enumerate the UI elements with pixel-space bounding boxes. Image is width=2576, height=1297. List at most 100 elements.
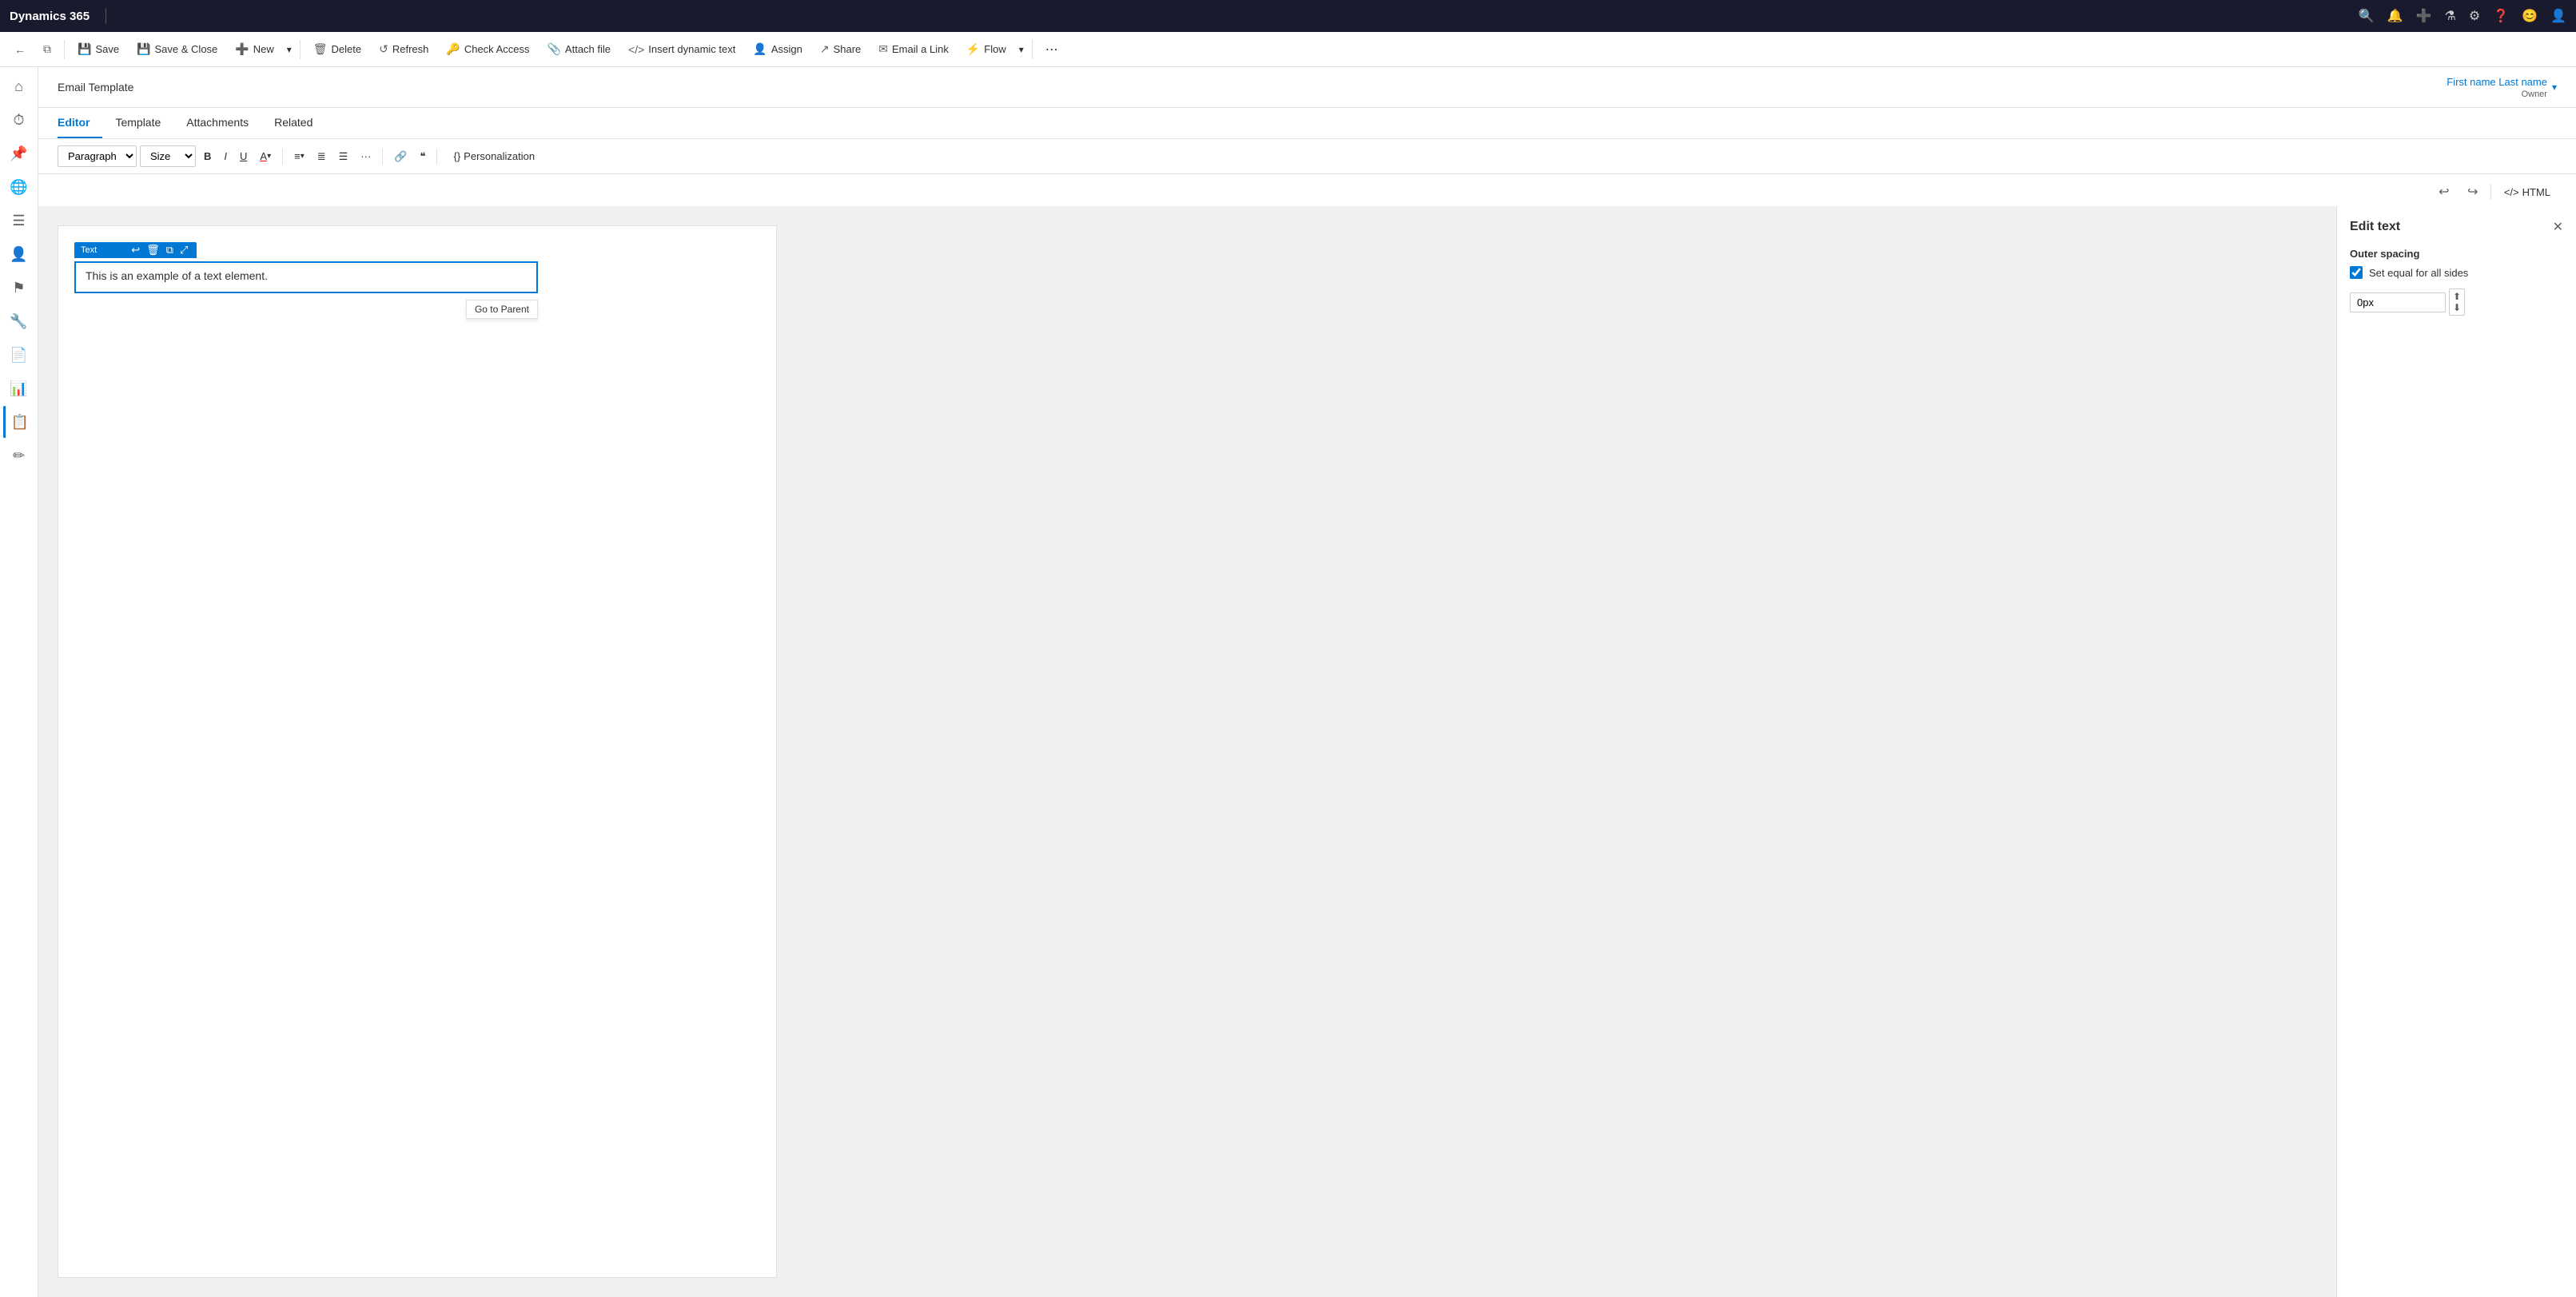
bell-icon[interactable]: 🔔 [2387, 8, 2403, 24]
equal-sides-checkbox[interactable] [2350, 266, 2363, 279]
cmd-separator-1 [64, 40, 65, 59]
sidebar-item-flag[interactable]: ⚑ [3, 272, 35, 304]
underline-button[interactable]: U [235, 147, 252, 165]
paragraph-select[interactable]: Paragraph Heading 1 Heading 2 [58, 145, 137, 167]
toolbar-sep-2 [382, 149, 383, 165]
spacing-input[interactable] [2350, 292, 2446, 312]
share-label: Share [834, 43, 862, 55]
settings-icon[interactable]: ⚙ [2469, 8, 2480, 24]
share-button[interactable]: ↗ Share [812, 38, 869, 61]
sidebar-item-recent[interactable]: ⏱ [3, 104, 35, 136]
unordered-list-button[interactable]: ☰ [334, 147, 353, 166]
delete-button[interactable]: 🗑 Delete [305, 38, 369, 61]
undo-button[interactable]: ↩ [2433, 181, 2455, 203]
spacing-spinbutton[interactable]: ⬆⬇ [2449, 288, 2465, 316]
search-icon[interactable]: 🔍 [2359, 8, 2375, 24]
text-copy-button[interactable]: ⧉ [164, 244, 176, 257]
sidebar-item-chart[interactable]: 📊 [3, 372, 35, 404]
assign-button[interactable]: 👤 Assign [745, 38, 810, 61]
tab-editor[interactable]: Editor [58, 108, 102, 138]
tab-related[interactable]: Related [261, 108, 325, 138]
save-label: Save [95, 43, 119, 55]
italic-button[interactable]: I [219, 147, 232, 165]
check-access-button[interactable]: 🔑 Check Access [438, 38, 537, 61]
top-bar-icons: 🔍 🔔 ➕ ⚗ ⚙ ❓ 😊 👤 [2359, 8, 2566, 24]
owner-name[interactable]: First name Last name [2447, 76, 2547, 88]
sidebar-item-person[interactable]: 👤 [3, 238, 35, 270]
personalization-button[interactable]: {} Personalization [447, 147, 541, 165]
insert-dynamic-button[interactable]: </> Insert dynamic text [620, 38, 743, 61]
top-bar: Dynamics 365 🔍 🔔 ➕ ⚗ ⚙ ❓ 😊 👤 [0, 0, 2576, 32]
back-icon: ← [14, 43, 26, 56]
email-link-icon: ✉ [878, 42, 888, 56]
text-element-container[interactable]: Text ↩ 🗑 ⧉ ⤢ This is an example [74, 261, 538, 293]
sidebar-item-template[interactable]: 📋 [3, 406, 35, 438]
owner-area[interactable]: First name Last name Owner ▾ [2447, 75, 2557, 107]
more-format-button[interactable]: ··· [356, 147, 376, 165]
checkbox-row: Set equal for all sides [2350, 266, 2563, 279]
sidebar-item-edit[interactable]: ✏ [3, 440, 35, 471]
flow-icon: ⚡ [966, 42, 980, 56]
right-panel: Edit text ✕ Outer spacing Set equal for … [2336, 206, 2576, 1297]
text-delete-button[interactable]: 🗑 [144, 244, 162, 257]
text-back-button[interactable]: ↩ [129, 244, 142, 257]
editor-canvas[interactable]: Text ↩ 🗑 ⧉ ⤢ This is an example [38, 206, 2336, 1297]
font-color-button[interactable]: A ▾ [255, 147, 276, 165]
sidebar-item-document[interactable]: 📄 [3, 339, 35, 371]
toolbar-sep-1 [282, 149, 283, 165]
ordered-list-button[interactable]: ≣ [313, 147, 331, 166]
text-element-label: Text ↩ 🗑 ⧉ ⤢ [74, 242, 197, 258]
personalization-icon: {} [453, 150, 460, 162]
filter-icon[interactable]: ⚗ [2445, 8, 2456, 24]
person-icon[interactable]: 👤 [2550, 8, 2566, 24]
sidebar-item-list[interactable]: ☰ [3, 205, 35, 237]
size-select[interactable]: Size 12 14 16 18 [140, 145, 196, 167]
text-element-actions: ↩ 🗑 ⧉ ⤢ [129, 244, 190, 257]
sidebar-item-wrench[interactable]: 🔧 [3, 305, 35, 337]
tab-attachments[interactable]: Attachments [173, 108, 261, 138]
right-panel-close-button[interactable]: ✕ [2553, 219, 2563, 235]
text-content: This is an example of a text element. [86, 269, 268, 282]
refresh-label: Refresh [392, 43, 429, 55]
refresh-button[interactable]: ↺ Refresh [371, 38, 436, 61]
align-button[interactable]: ≡▾ [289, 147, 309, 165]
command-bar: ← ⧉ 💾 Save 💾 Save & Close ➕ New ▾ 🗑 Dele… [0, 32, 2576, 67]
link-button[interactable]: 🔗 [389, 147, 412, 166]
flow-label: Flow [984, 43, 1005, 55]
smiley-icon[interactable]: 😊 [2522, 8, 2538, 24]
text-element-box[interactable]: This is an example of a text element. [74, 261, 538, 293]
help-icon[interactable]: ❓ [2493, 8, 2509, 24]
text-move-button[interactable]: ⤢ [177, 244, 190, 257]
email-link-button[interactable]: ✉ Email a Link [870, 38, 957, 61]
attach-file-button[interactable]: 📎 Attach file [539, 38, 619, 61]
popup-button[interactable]: ⧉ [35, 38, 59, 61]
delete-icon: 🗑 [313, 42, 328, 56]
html-button[interactable]: </> HTML [2498, 183, 2557, 201]
sidebar-item-globe[interactable]: 🌐 [3, 171, 35, 203]
save-button[interactable]: 💾 Save [70, 38, 127, 61]
insert-dynamic-label: Insert dynamic text [648, 43, 735, 55]
flow-dropdown[interactable]: ▾ [1016, 39, 1027, 60]
owner-chevron-icon[interactable]: ▾ [2552, 82, 2557, 93]
save-close-button[interactable]: 💾 Save & Close [129, 38, 225, 61]
quote-button[interactable]: ❝ [415, 147, 430, 166]
go-to-parent-tooltip[interactable]: Go to Parent [466, 300, 538, 319]
redo-button[interactable]: ↪ [2462, 181, 2484, 203]
sidebar-item-pin[interactable]: 📌 [3, 137, 35, 169]
insert-dynamic-icon: </> [628, 43, 644, 56]
canvas-container: Text ↩ 🗑 ⧉ ⤢ This is an example [38, 206, 2576, 1297]
bold-button[interactable]: B [199, 147, 216, 165]
new-button[interactable]: ➕ New [227, 38, 281, 61]
assign-icon: 👤 [753, 42, 766, 56]
check-access-label: Check Access [464, 43, 530, 55]
attach-label: Attach file [565, 43, 611, 55]
plus-icon[interactable]: ➕ [2416, 8, 2432, 24]
tab-template[interactable]: Template [102, 108, 173, 138]
more-button[interactable]: ⋯ [1039, 37, 1065, 62]
new-dropdown[interactable]: ▾ [284, 39, 295, 60]
sidebar-item-home[interactable]: ⌂ [3, 70, 35, 102]
cmd-separator-2 [300, 40, 301, 59]
back-button[interactable]: ← [6, 38, 34, 61]
flow-button[interactable]: ⚡ Flow [958, 38, 1014, 61]
font-color-icon: A [260, 150, 267, 162]
